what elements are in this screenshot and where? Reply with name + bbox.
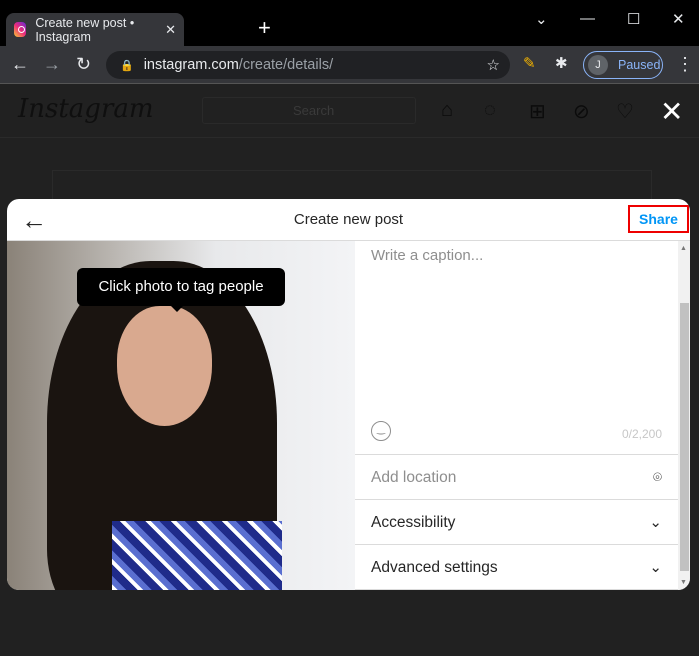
post-photo[interactable]: Click photo to tag people xyxy=(7,241,355,590)
search-input[interactable]: Search xyxy=(202,97,416,124)
scroll-up-icon[interactable]: ▲ xyxy=(680,245,687,252)
emoji-icon[interactable]: ‿ xyxy=(371,421,391,441)
instagram-favicon-icon xyxy=(14,22,27,37)
share-button[interactable]: Share xyxy=(628,205,689,233)
forward-icon[interactable]: → xyxy=(43,54,61,75)
scrollbar[interactable]: ▲ ▼ xyxy=(678,241,690,590)
tab-search-icon[interactable]: ⌄ xyxy=(535,10,548,28)
close-window-button[interactable]: ✕ xyxy=(672,10,685,28)
close-tab-icon[interactable]: ✕ xyxy=(165,22,176,38)
photo-face xyxy=(117,306,212,426)
tag-people-tooltip: Click photo to tag people xyxy=(77,268,285,312)
explore-icon[interactable]: ⊘ xyxy=(573,99,590,124)
url-path: /create/details/ xyxy=(238,57,334,73)
chevron-down-icon: ⌄ xyxy=(649,514,662,531)
scroll-down-icon[interactable]: ▼ xyxy=(680,579,687,586)
tab-bar: Create new post • Instagram ✕ + ⌄ — ☐ ✕ xyxy=(0,0,699,46)
details-panel: Write a caption... ‿ 0/2,200 Add locatio… xyxy=(355,241,678,590)
accessibility-section[interactable]: Accessibility ⌄ xyxy=(355,500,678,545)
extensions-puzzle-icon[interactable]: ✱ xyxy=(555,54,568,72)
instagram-logo[interactable]: Instagram xyxy=(18,94,154,124)
instagram-header: Instagram Search ⌂ ◌ ⊞ ⊘ ♡ ✕ xyxy=(0,84,699,138)
accessibility-label: Accessibility xyxy=(371,514,456,531)
activity-heart-icon[interactable]: ♡ xyxy=(616,99,634,124)
advanced-settings-section[interactable]: Advanced settings ⌄ xyxy=(355,545,678,590)
add-location-input[interactable]: Add location ⌾ xyxy=(355,455,678,500)
extension-pen-icon[interactable]: ✎ xyxy=(523,54,536,72)
new-tab-button[interactable]: + xyxy=(258,17,271,39)
close-modal-icon[interactable]: ✕ xyxy=(660,98,683,126)
reload-icon[interactable]: ↻ xyxy=(76,54,91,75)
bookmark-star-icon[interactable]: ☆ xyxy=(487,56,500,74)
modal-header: ← Create new post Share xyxy=(7,199,690,241)
maximize-button[interactable]: ☐ xyxy=(627,10,640,28)
browser-tab[interactable]: Create new post • Instagram ✕ xyxy=(6,13,184,46)
avatar: J xyxy=(588,55,608,75)
char-count: 0/2,200 xyxy=(621,427,662,441)
profile-button[interactable]: J Paused xyxy=(583,51,663,79)
create-post-modal: ← Create new post Share Click photo to t… xyxy=(7,199,690,590)
caption-placeholder: Write a caption... xyxy=(371,247,484,264)
profile-status: Paused xyxy=(618,58,661,72)
location-placeholder: Add location xyxy=(371,469,457,486)
messenger-icon[interactable]: ◌ xyxy=(484,99,496,122)
lock-icon: 🔒 xyxy=(120,59,134,72)
chevron-down-icon: ⌄ xyxy=(649,559,662,576)
location-pin-icon: ⌾ xyxy=(652,469,662,486)
tab-title: Create new post • Instagram xyxy=(35,15,135,44)
back-icon[interactable]: ← xyxy=(11,54,29,75)
new-post-icon[interactable]: ⊞ xyxy=(529,99,546,124)
back-arrow-icon[interactable]: ← xyxy=(21,199,47,241)
menu-kebab-icon[interactable]: ⋮ xyxy=(676,54,694,75)
photo-dress xyxy=(112,521,282,590)
address-toolbar: ← → ↻ 🔒 instagram.com/create/details/ ☆ … xyxy=(0,46,699,84)
caption-input[interactable]: Write a caption... ‿ 0/2,200 xyxy=(355,241,678,455)
url-host: instagram.com xyxy=(143,57,239,73)
modal-title: Create new post xyxy=(293,211,404,228)
address-bar[interactable]: 🔒 instagram.com/create/details/ ☆ xyxy=(106,51,510,79)
home-icon[interactable]: ⌂ xyxy=(441,99,453,122)
scrollbar-thumb[interactable] xyxy=(680,303,689,571)
advanced-settings-label: Advanced settings xyxy=(371,559,498,576)
minimize-button[interactable]: — xyxy=(580,10,595,27)
